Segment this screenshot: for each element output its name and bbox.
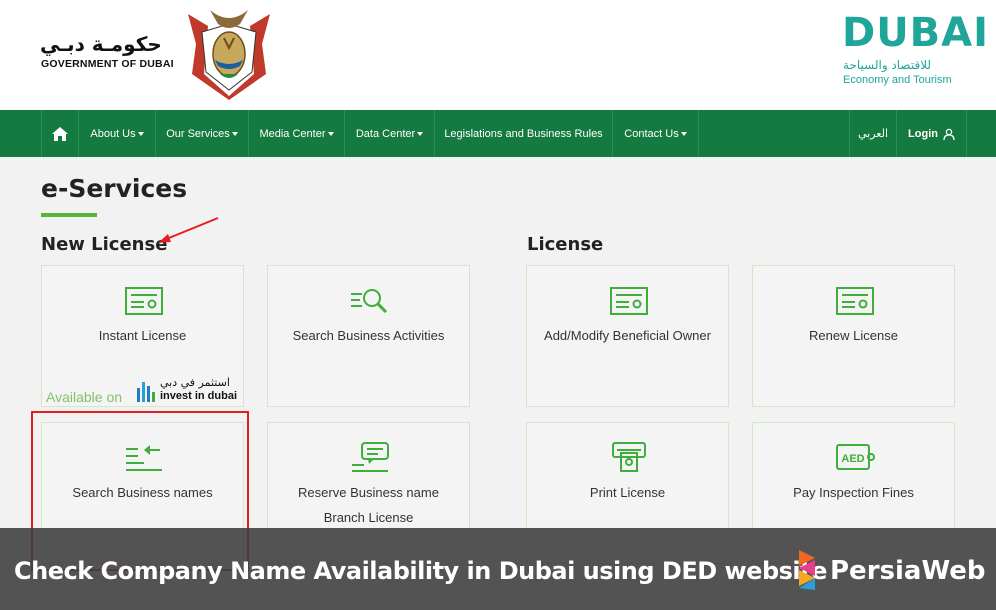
caret-down-icon xyxy=(680,131,687,136)
invest-english-text: invest in dubai xyxy=(160,390,238,402)
nav-media-center[interactable]: Media Center xyxy=(249,110,345,157)
card-label: Instant License xyxy=(98,328,187,343)
chat-list-icon xyxy=(352,442,389,472)
nav-data-center-label: Data Center xyxy=(355,127,416,140)
nav-contact-us-label: Contact Us xyxy=(624,127,679,140)
title-underline xyxy=(41,213,97,217)
persiaweb-brand-text: PersiaWeb xyxy=(830,556,986,586)
svg-text:AED: AED xyxy=(841,453,864,465)
license-card-icon xyxy=(610,287,648,315)
home-icon xyxy=(52,126,68,141)
caret-down-icon xyxy=(417,131,424,136)
aed-money-icon: AED xyxy=(836,444,875,470)
nav-data-center[interactable]: Data Center xyxy=(345,110,435,157)
banner-caption: Check Company Name Availability in Dubai… xyxy=(14,557,827,585)
nav-legislations[interactable]: Legislations and Business Rules xyxy=(435,110,613,157)
dubai-logo-arabic: للاقتصاد والسياحة xyxy=(843,58,932,72)
dubai-emblem-icon[interactable] xyxy=(180,4,278,100)
search-list-icon xyxy=(351,289,388,314)
card-renew-license[interactable]: Renew License xyxy=(752,265,955,407)
card-label: Print License xyxy=(589,485,666,500)
dubai-logo-text[interactable]: DUBAI xyxy=(842,10,989,56)
main-navigation: About Us Our Services Media Center Data … xyxy=(0,110,996,157)
invest-in-dubai-logo-icon[interactable] xyxy=(135,378,157,404)
site-header: حكومـة دبـي GOVERNMENT OF DUBAI DUBAI لل… xyxy=(0,0,996,110)
caret-down-icon xyxy=(327,131,334,136)
nav-arabic-label: العربي xyxy=(857,127,888,140)
license-card-icon xyxy=(125,287,163,315)
card-label: Search Business Activities xyxy=(292,328,445,343)
card-label-secondary: Branch License xyxy=(323,510,414,525)
nav-media-center-label: Media Center xyxy=(259,127,326,140)
nav-our-services[interactable]: Our Services xyxy=(156,110,249,157)
persiaweb-logo-icon xyxy=(799,550,815,590)
nav-about-us-label: About Us xyxy=(90,127,136,140)
nav-login-label: Login xyxy=(908,127,938,140)
card-label: Pay Inspection Fines xyxy=(793,485,914,500)
nav-about-us[interactable]: About Us xyxy=(79,110,156,157)
caret-down-icon xyxy=(137,131,144,136)
red-annotation-arrow xyxy=(158,217,219,243)
section-new-license: New License xyxy=(41,234,168,255)
card-label: Add/Modify Beneficial Owner xyxy=(544,328,711,343)
nav-login[interactable]: Login xyxy=(897,110,967,157)
user-icon xyxy=(943,128,955,140)
nav-our-services-label: Our Services xyxy=(166,127,230,140)
nav-contact-us[interactable]: Contact Us xyxy=(613,110,699,157)
card-instant-license[interactable]: Instant License Available on استثمر في د… xyxy=(41,265,244,407)
government-arabic-name: حكومـة دبـي xyxy=(40,32,162,56)
card-label: Reserve Business name xyxy=(298,485,439,500)
nav-legislations-label: Legislations and Business Rules xyxy=(444,127,603,140)
nav-arabic-language[interactable]: العربي xyxy=(849,110,897,157)
nav-home[interactable] xyxy=(41,110,79,157)
caption-banner: Check Company Name Availability in Dubai… xyxy=(0,528,996,610)
page-title: e-Services xyxy=(41,174,188,203)
dubai-logo-english: Economy and Tourism xyxy=(843,74,952,86)
card-add-modify-beneficial-owner[interactable]: Add/Modify Beneficial Owner xyxy=(526,265,729,407)
printer-icon xyxy=(612,442,646,472)
government-english-name[interactable]: GOVERNMENT OF DUBAI xyxy=(41,58,174,70)
license-card-icon xyxy=(836,287,874,315)
available-on-label: Available on xyxy=(46,389,123,405)
section-license: License xyxy=(527,234,604,255)
card-label: Renew License xyxy=(809,328,898,343)
card-search-business-activities[interactable]: Search Business Activities xyxy=(267,265,470,407)
caret-down-icon xyxy=(231,131,238,136)
invest-arabic-text: استثمر في دبي xyxy=(160,376,230,389)
